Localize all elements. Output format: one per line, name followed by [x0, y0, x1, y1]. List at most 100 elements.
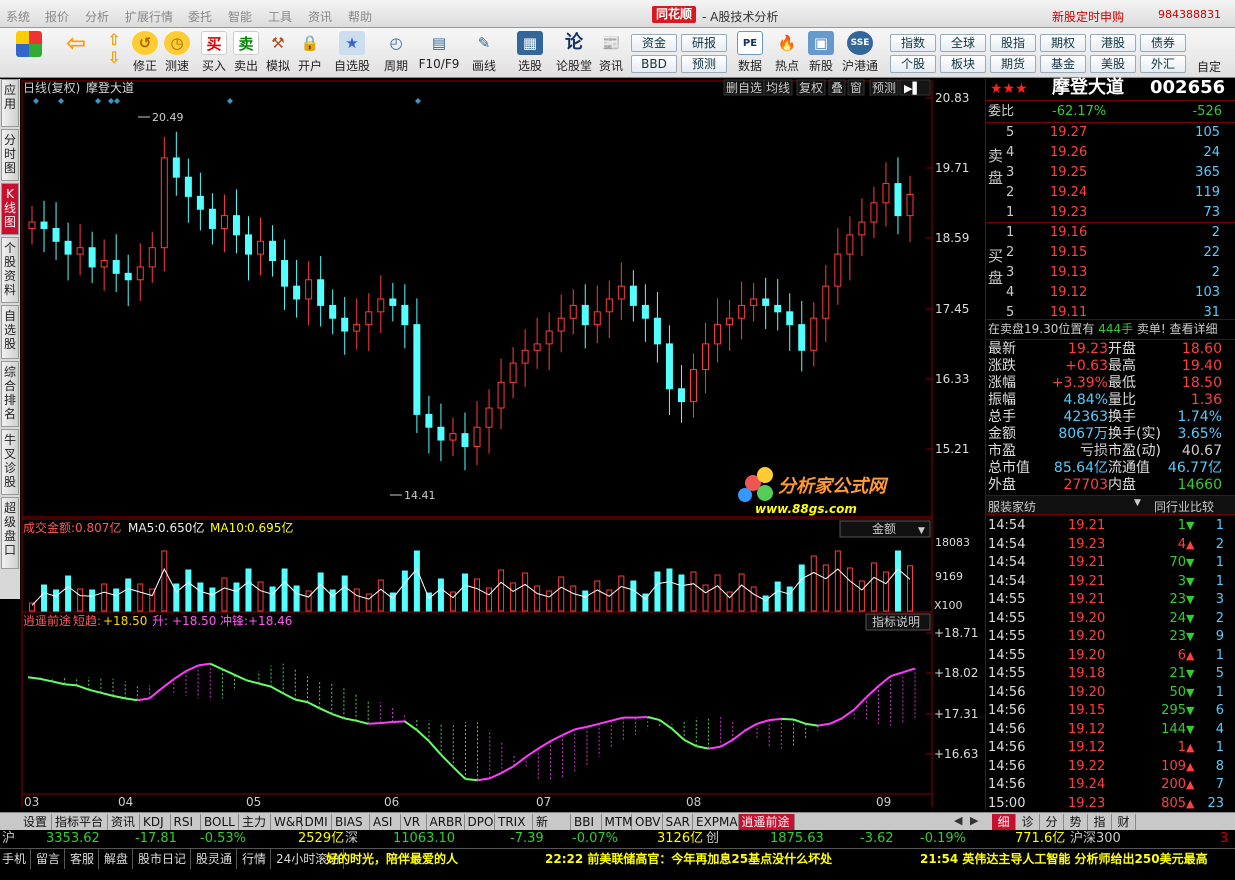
indicator-tab-13[interactable]: DPO [465, 814, 495, 830]
indicator-tab-5[interactable]: BOLL [201, 814, 239, 830]
stock-index-futures-button[interactable]: 股指 [990, 34, 1036, 52]
stock-picker-button[interactable]: ▦ 选股 [512, 31, 548, 74]
page-up-down-button[interactable]: ⇧ ⇩ [100, 31, 128, 67]
global-button[interactable]: 全球 [940, 34, 986, 52]
buy-level-row[interactable]: 3 19.13 2 [1006, 264, 1235, 282]
indicator-tab-7[interactable]: W&R [271, 814, 304, 830]
chinext-value[interactable]: 1875.63 [770, 830, 824, 848]
sidetab-kline[interactable]: K线图 [1, 183, 19, 235]
sidetab-intraday[interactable]: 分时图 [1, 129, 19, 181]
stocks-button[interactable]: 个股 [890, 55, 936, 73]
menu-system[interactable]: 系统 [6, 8, 30, 25]
indicator-tab-9[interactable]: BIAS [332, 814, 370, 830]
indicator-tab-1[interactable]: 指标平台 [52, 814, 108, 830]
sz-index-value[interactable]: 11063.10 [393, 830, 455, 848]
period-button[interactable]: ◴ 周期 [378, 31, 414, 74]
hot-spot-button[interactable]: 🔥 热点 [772, 31, 802, 74]
us-stocks-button[interactable]: 美股 [1090, 55, 1136, 73]
news-item-2[interactable]: 22:22 前美联储高官：今年再加息25基点没什么坏处 [545, 849, 832, 869]
indicator-tab-15[interactable]: 新DMA [533, 814, 571, 845]
menu-smart[interactable]: 智能 [228, 8, 252, 25]
fund-flow-button[interactable]: 资金 [631, 34, 677, 52]
forecast-button[interactable]: 预测 [681, 55, 727, 73]
customize-button[interactable]: 自定 [1194, 58, 1224, 75]
indicator-tab-21[interactable]: 逍遥前途 [738, 814, 795, 830]
hk-stocks-button[interactable]: 港股 [1090, 34, 1136, 52]
f10-button[interactable]: ▤ F10/F9 [418, 31, 460, 71]
news-button[interactable]: 📰 资讯 [596, 31, 626, 74]
sell-level-row[interactable]: 2 19.24 119 [1006, 184, 1235, 202]
back-button[interactable]: ⇦ [58, 31, 94, 57]
menu-analysis[interactable]: 分析 [85, 8, 109, 25]
news-tab-3[interactable]: 解盘 [104, 849, 134, 869]
menu-info[interactable]: 资讯 [308, 8, 332, 25]
open-account-button[interactable]: 🔒 开户 [295, 31, 325, 74]
funds-button[interactable]: 基金 [1040, 55, 1086, 73]
menu-help[interactable]: 帮助 [348, 8, 372, 25]
indicator-tab-10[interactable]: ASI [370, 814, 401, 830]
sidetab-diagnosis[interactable]: 牛叉诊股 [1, 429, 19, 495]
indicator-tab-8[interactable]: DMI [302, 814, 332, 830]
sidetab-watchlist[interactable]: 自选股 [1, 305, 19, 359]
indicator-tab-16[interactable]: BBI [571, 814, 602, 830]
quote-tab-0[interactable]: 细 [992, 814, 1016, 830]
indicator-tab-19[interactable]: SAR [663, 814, 693, 830]
quote-tab-3[interactable]: 势 [1064, 814, 1088, 830]
news-tab-2[interactable]: 客服 [70, 849, 100, 869]
futures-button[interactable]: 期货 [990, 55, 1036, 73]
buy-level-row[interactable]: 1 19.16 2 [1006, 224, 1235, 242]
forum-button[interactable]: 论 论股堂 [555, 31, 593, 74]
industry-compare-link[interactable]: 同行业比较 [1154, 498, 1214, 515]
indicator-tab-17[interactable]: MTM [602, 814, 633, 830]
tab-scroll-left-icon[interactable]: ◀ [954, 814, 962, 827]
sidetab-apps[interactable]: 应用 [1, 79, 19, 127]
sell-level-row[interactable]: 4 19.26 24 [1006, 144, 1235, 162]
home-button[interactable] [14, 31, 44, 59]
indicator-tab-0[interactable]: 设置 [20, 814, 52, 830]
ipo-subscribe-link[interactable]: 新股定时申购 [1052, 8, 1124, 25]
index-button[interactable]: 指数 [890, 34, 936, 52]
bbd-button[interactable]: BBD [631, 55, 677, 73]
quote-tab-2[interactable]: 分 [1040, 814, 1064, 830]
sell-button[interactable]: 卖 卖出 [231, 31, 261, 74]
indicator-tab-3[interactable]: KDJ [140, 814, 171, 830]
buy-level-row[interactable]: 2 19.15 22 [1006, 244, 1235, 262]
news-tab-0[interactable]: 手机 [2, 849, 32, 869]
sidetab-profile[interactable]: 个股资料 [1, 237, 19, 303]
big-order-notice[interactable]: 在卖盘19.30位置有 444手 卖单! 查看详细 [988, 320, 1235, 338]
menu-quote[interactable]: 报价 [45, 8, 69, 25]
indicator-tab-11[interactable]: VR [401, 814, 427, 830]
kline-chart[interactable]: 日线(复权) 摩登大道 删自选 均线 复权叠窗预测 ▶▌ 20.83 19.71 18.5… [20, 79, 985, 810]
speed-test-button[interactable]: ◷ 测速 [162, 31, 192, 74]
sell-level-row[interactable]: 5 19.27 105 [1006, 124, 1235, 142]
quote-tab-1[interactable]: 诊 [1016, 814, 1040, 830]
indicator-tab-18[interactable]: OBV [632, 814, 663, 830]
buy-level-row[interactable]: 4 19.12 103 [1006, 284, 1235, 302]
indicator-tab-20[interactable]: EXPMA [693, 814, 739, 830]
buy-button[interactable]: 买 买入 [199, 31, 229, 74]
sectors-button[interactable]: 板块 [940, 55, 986, 73]
sh-index-value[interactable]: 3353.62 [46, 830, 100, 848]
news-tab-1[interactable]: 留言 [36, 849, 66, 869]
draw-line-button[interactable]: ✎ 画线 [466, 31, 502, 74]
news-item-3[interactable]: 21:54 英伟达主导人工智能 分析师给出250美元最高 [920, 849, 1230, 869]
news-tab-5[interactable]: 股灵通 [196, 849, 238, 869]
indicator-tab-2[interactable]: 资讯 [108, 814, 140, 830]
menu-order[interactable]: 委托 [188, 8, 212, 25]
hk-connect-button[interactable]: SSE 沪港通 [840, 31, 880, 74]
industry-name[interactable]: 服装家纺 [988, 498, 1036, 515]
sidetab-ranking[interactable]: 综合排名 [1, 361, 19, 427]
quote-tab-4[interactable]: 指 [1088, 814, 1112, 830]
quote-tab-5[interactable]: 财 [1112, 814, 1136, 830]
simulate-button[interactable]: ⚒ 模拟 [263, 31, 293, 74]
news-item-1[interactable]: 好的时光，陪伴最爱的人 [326, 849, 458, 869]
ipo-button[interactable]: ▣ 新股 [806, 31, 836, 74]
indicator-tab-6[interactable]: 主力 [239, 814, 271, 830]
news-tab-4[interactable]: 股市日记 [138, 849, 192, 869]
sell-level-row[interactable]: 1 19.23 73 [1006, 204, 1235, 222]
news-tab-6[interactable]: 行情 [242, 849, 272, 869]
tab-scroll-right-icon[interactable]: ▶ [970, 814, 978, 827]
industry-dropdown-icon[interactable]: ▼ [1134, 498, 1141, 508]
sell-level-row[interactable]: 3 19.25 365 [1006, 164, 1235, 182]
kline-chart-area[interactable]: 日线(复权) 摩登大道 删自选 均线 复权叠窗预测 ▶▌ 20.83 19.71 18.5… [20, 79, 985, 810]
